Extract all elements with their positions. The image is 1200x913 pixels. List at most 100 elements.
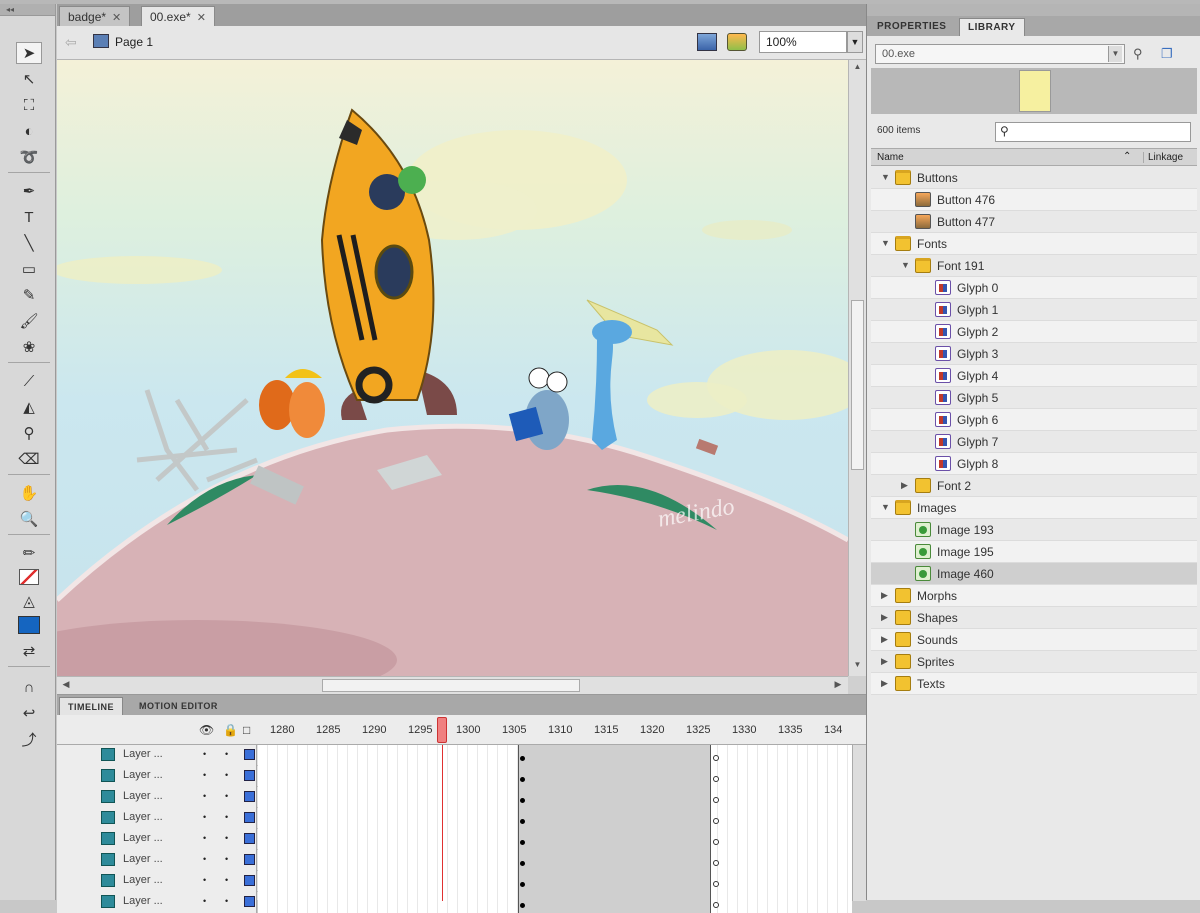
layer-name-cell[interactable]: Layer ... • • — [57, 850, 257, 871]
eyedropper-tool-icon[interactable]: ⚲ — [16, 422, 42, 444]
layer-name-cell[interactable]: Layer ... • • — [57, 766, 257, 787]
library-item[interactable]: ▼ Buttons — [871, 167, 1197, 189]
timeline-layer-row[interactable]: Layer ... • • — [57, 766, 852, 787]
scroll-up-icon[interactable]: ▲ — [851, 62, 864, 74]
library-item[interactable]: Glyph 3 — [871, 343, 1197, 365]
chevron-down-icon[interactable]: ▼ — [881, 238, 890, 248]
lock-dot[interactable]: • — [225, 770, 228, 780]
tab-library[interactable]: LIBRARY — [959, 18, 1025, 36]
timeline-layer-row[interactable]: Layer ... • • — [57, 892, 852, 913]
chevron-down-icon[interactable]: ▼ — [901, 260, 910, 270]
empty-keyframe[interactable] — [713, 818, 719, 824]
stroke-color-icon[interactable]: ✏ — [16, 542, 42, 564]
library-item[interactable]: Glyph 1 — [871, 299, 1197, 321]
chevron-right-icon[interactable]: ▶ — [881, 612, 888, 623]
library-item[interactable]: ▶ Font 2 — [871, 475, 1197, 497]
scrollbar-thumb[interactable] — [851, 300, 864, 470]
chevron-right-icon[interactable]: ▶ — [881, 678, 888, 689]
library-item[interactable]: ▶ Morphs — [871, 585, 1197, 607]
new-library-panel-icon[interactable]: ❐ — [1161, 46, 1173, 62]
deco-tool-icon[interactable]: ❀ — [16, 336, 42, 358]
lock-dot[interactable]: • — [225, 812, 228, 822]
layer-outline-color[interactable] — [244, 812, 255, 823]
library-item[interactable]: ▶ Shapes — [871, 607, 1197, 629]
chevron-down-icon[interactable]: ▼ — [881, 502, 890, 512]
chevron-right-icon[interactable]: ▶ — [881, 634, 888, 645]
empty-keyframe[interactable] — [713, 797, 719, 803]
panel-grip[interactable] — [867, 4, 1200, 16]
rectangle-tool-icon[interactable]: ▭ — [16, 258, 42, 280]
pin-library-icon[interactable]: ⚲ — [1133, 46, 1143, 62]
lock-dot[interactable]: • — [225, 749, 228, 759]
layer-outline-color[interactable] — [244, 896, 255, 907]
visibility-dot[interactable]: • — [203, 875, 206, 885]
timeline-layer-row[interactable]: Layer ... • • — [57, 787, 852, 808]
selection-tool-icon[interactable]: ➤ — [16, 42, 42, 64]
frame-span[interactable] — [518, 745, 711, 766]
frame-span[interactable] — [518, 766, 711, 787]
empty-keyframe[interactable] — [713, 902, 719, 908]
fill-color-icon[interactable]: ◬ — [16, 590, 42, 612]
zoom-tool-icon[interactable]: 🔍 — [16, 508, 42, 530]
keyframe[interactable] — [520, 777, 525, 782]
keyframe[interactable] — [520, 903, 525, 908]
library-item[interactable]: Glyph 4 — [871, 365, 1197, 387]
lock-dot[interactable]: • — [225, 791, 228, 801]
keyframe[interactable] — [520, 819, 525, 824]
scroll-down-icon[interactable]: ▼ — [851, 660, 864, 672]
library-item[interactable]: Image 460 — [871, 563, 1197, 585]
visibility-dot[interactable]: • — [203, 812, 206, 822]
back-arrow-icon[interactable]: ⇦ — [65, 34, 77, 51]
layer-frames[interactable] — [258, 850, 852, 871]
eraser-tool-icon[interactable]: ⌫ — [16, 448, 42, 470]
lock-dot[interactable]: • — [225, 854, 228, 864]
visibility-dot[interactable]: • — [203, 833, 206, 843]
close-icon[interactable]: ✕ — [197, 12, 206, 24]
outline-icon[interactable]: □ — [243, 723, 250, 737]
lasso-tool-icon[interactable]: ➰ — [16, 146, 42, 168]
layer-name-cell[interactable]: Layer ... • • — [57, 892, 257, 913]
visibility-dot[interactable]: • — [203, 854, 206, 864]
lock-icon[interactable]: 🔒 — [223, 723, 238, 737]
visibility-dot[interactable]: • — [203, 770, 206, 780]
library-item[interactable]: Glyph 7 — [871, 431, 1197, 453]
frame-span[interactable] — [518, 829, 711, 850]
library-item[interactable]: ▼ Font 191 — [871, 255, 1197, 277]
library-search-input[interactable]: ⚲ — [995, 122, 1191, 142]
tools-panel-grip[interactable]: ◂◂ — [0, 4, 55, 16]
timeline-layer-row[interactable]: Layer ... • • — [57, 829, 852, 850]
library-item[interactable]: Glyph 8 — [871, 453, 1197, 475]
tab-00-exe[interactable]: 00.exe* ✕ — [141, 6, 215, 26]
hand-tool-icon[interactable]: ✋ — [16, 482, 42, 504]
chevron-down-icon[interactable]: ▼ — [881, 172, 890, 182]
smooth-icon[interactable]: ↩ — [16, 702, 42, 724]
layer-frames[interactable] — [258, 745, 852, 766]
frame-span[interactable] — [518, 871, 711, 892]
library-item[interactable]: ▶ Sprites — [871, 651, 1197, 673]
chevron-down-icon[interactable]: ▼ — [847, 31, 863, 53]
library-item[interactable]: ▶ Sounds — [871, 629, 1197, 651]
sort-arrow-icon[interactable]: ⌃ — [1123, 151, 1131, 162]
layer-outline-color[interactable] — [244, 875, 255, 886]
keyframe[interactable] — [520, 756, 525, 761]
tab-properties[interactable]: PROPERTIES — [869, 18, 954, 36]
layer-frames[interactable] — [258, 787, 852, 808]
library-item[interactable]: Image 195 — [871, 541, 1197, 563]
paint-bucket-tool-icon[interactable]: ◭ — [16, 396, 42, 418]
free-transform-tool-icon[interactable]: ⛶ — [16, 94, 42, 116]
frame-span[interactable] — [518, 787, 711, 808]
layer-outline-color[interactable] — [244, 833, 255, 844]
chevron-right-icon[interactable]: ▶ — [881, 590, 888, 601]
keyframe[interactable] — [520, 840, 525, 845]
empty-keyframe[interactable] — [713, 839, 719, 845]
lock-dot[interactable]: • — [225, 833, 228, 843]
lock-dot[interactable]: • — [225, 896, 228, 906]
library-item[interactable]: ▼ Fonts — [871, 233, 1197, 255]
empty-keyframe[interactable] — [713, 860, 719, 866]
stage-horizontal-scrollbar[interactable]: ◀ ▶ — [57, 676, 848, 694]
library-item[interactable]: Button 477 — [871, 211, 1197, 233]
straighten-icon[interactable]: ⤴ — [16, 728, 42, 750]
chevron-right-icon[interactable]: ▶ — [881, 656, 888, 667]
library-item[interactable]: ▼ Images — [871, 497, 1197, 519]
layer-frames[interactable] — [258, 766, 852, 787]
